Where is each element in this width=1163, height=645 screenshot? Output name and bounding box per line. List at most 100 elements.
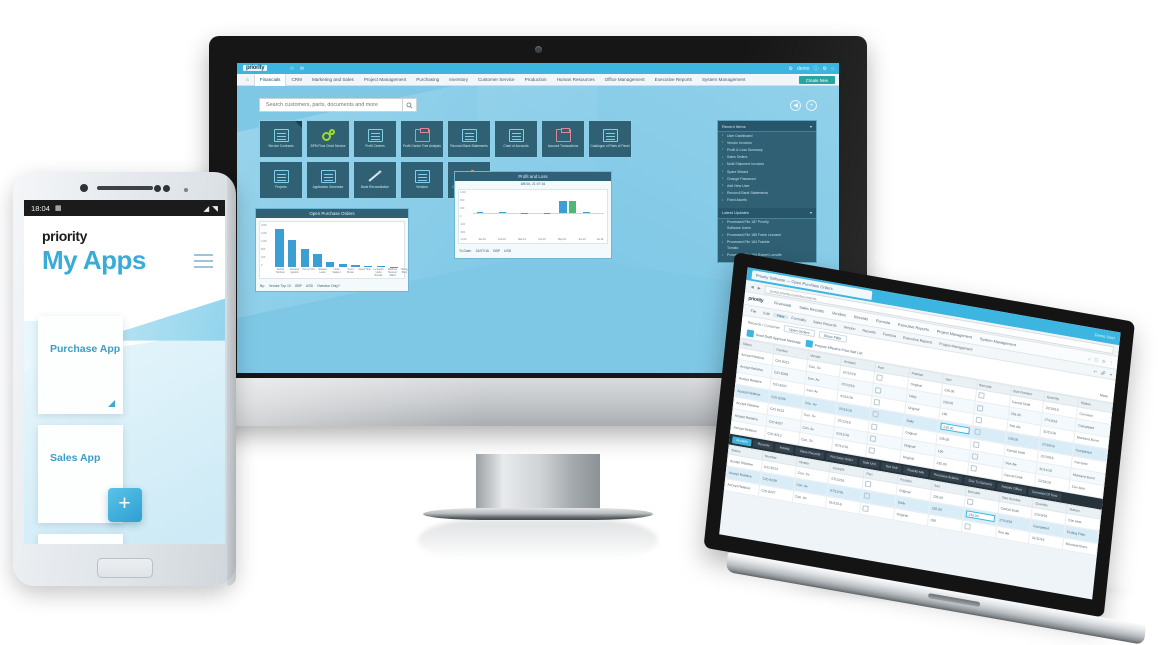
update-item[interactable]: Processed File 184 Frankie xyxy=(718,239,816,246)
to-date-value[interactable]: 31/07/16 xyxy=(476,249,489,253)
save-icon[interactable]: ☐ xyxy=(1094,357,1098,363)
back-icon[interactable]: ◀ xyxy=(750,284,754,289)
pager-prev-button[interactable]: ◀ xyxy=(790,100,801,111)
subnav-records[interactable]: Records xyxy=(859,328,880,336)
forward-icon[interactable]: ▶ xyxy=(758,285,762,290)
recent-item[interactable]: Fixed Assets xyxy=(718,197,816,204)
help-icon[interactable]: ⓘ xyxy=(813,65,818,72)
recent-item[interactable]: Vendor Invoices xyxy=(718,139,816,146)
menu-item-project-management[interactable]: Project Management xyxy=(359,74,411,86)
settings-icon[interactable]: ⚙ xyxy=(822,66,826,72)
currency-gbp-radio[interactable]: GBP xyxy=(493,249,500,253)
search-icon[interactable] xyxy=(402,99,416,111)
hamburger-menu-icon[interactable] xyxy=(194,254,213,272)
vendor-select[interactable]: Vendor Top 10 xyxy=(269,284,291,288)
update-item[interactable]: Processed File 185 Frank Leonard xyxy=(718,232,816,239)
phone-home-button[interactable] xyxy=(96,558,153,578)
checkbox-icon[interactable] xyxy=(871,423,878,431)
menu-item-inventory[interactable]: Inventory xyxy=(444,74,473,86)
checkbox-icon[interactable] xyxy=(975,416,982,424)
app-card-purchase[interactable]: Purchase App xyxy=(38,316,123,414)
recent-item[interactable]: Spare Wizard xyxy=(718,168,816,175)
checkbox-icon[interactable] xyxy=(862,504,870,512)
menu-item-crm[interactable]: CRM xyxy=(286,74,306,86)
menu-item-executive-reports[interactable]: Executive Reports xyxy=(650,74,697,86)
menu-item-financials[interactable]: Financials xyxy=(770,300,796,308)
update-item[interactable]: Processed File 187 Priority xyxy=(718,219,816,226)
subnav-version[interactable]: Version xyxy=(840,325,859,332)
tile-reconcil-bank-statements[interactable]: Reconcil Bank Statements xyxy=(447,120,491,158)
mail-icon[interactable]: ✉ xyxy=(299,66,305,72)
tile-projects[interactable]: Projects xyxy=(259,161,303,199)
currency-usd-radio[interactable]: USD xyxy=(504,249,511,253)
tile-vendors[interactable]: Vendors xyxy=(400,161,444,199)
menu-item-purchasing[interactable]: Purchasing xyxy=(411,74,444,86)
subnav-formula[interactable]: Formula xyxy=(879,331,900,338)
menu-item-vendors[interactable]: Vendors xyxy=(828,310,850,318)
checkbox-icon[interactable] xyxy=(966,498,974,506)
recent-items-header[interactable]: Recent Items ▾ xyxy=(718,121,816,132)
bell-icon[interactable]: ☉ xyxy=(289,66,295,72)
undo-icon[interactable]: ↶ xyxy=(1093,369,1097,375)
menu-item-customer-service[interactable]: Customer Service xyxy=(473,74,520,86)
link-icon[interactable]: 🔗 xyxy=(1101,370,1107,376)
home-icon[interactable]: ⌂ xyxy=(1088,355,1091,360)
user-icon[interactable]: ○ xyxy=(831,66,834,72)
tile-application-generator[interactable]: Application Generator xyxy=(306,161,350,199)
chevron-down-icon[interactable]: ▾ xyxy=(810,210,812,215)
menu-item-financials[interactable]: Financials xyxy=(253,73,287,86)
tile-bank-reconciliation[interactable]: Bank Reconciliation xyxy=(353,161,397,199)
menu-item-records[interactable]: Records xyxy=(850,314,873,322)
recent-item[interactable]: Sales Orders xyxy=(718,154,816,161)
checkbox-icon[interactable] xyxy=(863,492,871,500)
checkbox-icon[interactable] xyxy=(873,398,881,406)
menu-item-sales-records[interactable]: Sales Records xyxy=(795,305,828,315)
subnav-edit[interactable]: Edit xyxy=(760,311,774,317)
menu-item-human-resources[interactable]: Human Resources xyxy=(552,74,600,86)
checkbox-icon[interactable] xyxy=(977,392,985,400)
checkbox-icon[interactable] xyxy=(869,435,877,443)
recent-item[interactable]: Profit & Loss Summary xyxy=(718,146,816,153)
checkbox-icon[interactable] xyxy=(868,447,876,455)
checkbox-icon[interactable] xyxy=(865,480,872,488)
latest-updates-header[interactable]: Latest Updates ▾ xyxy=(718,207,816,219)
pager-next-button[interactable]: + xyxy=(806,100,817,111)
recent-item[interactable]: Multi Shipment Invoices xyxy=(718,161,816,168)
tile-profit-centre-tree-analysis[interactable]: Profit Centre Tree Analysis xyxy=(400,120,444,158)
subnav-view[interactable]: View xyxy=(772,312,789,320)
menu-item-office-management[interactable]: Office Management xyxy=(600,74,650,86)
checkbox-icon[interactable] xyxy=(972,440,980,448)
recent-item[interactable]: User Dashboard xyxy=(718,132,816,139)
checkbox-icon[interactable] xyxy=(963,522,971,530)
search-bar[interactable] xyxy=(259,98,417,112)
tile-chart-of-accounts[interactable]: Chart of Accounts xyxy=(494,120,538,158)
filter-icon[interactable]: ▾ xyxy=(1110,371,1113,376)
overdue-only-checkbox[interactable]: Overdue Only? xyxy=(317,284,340,288)
tile-service-contracts[interactable]: Service Contracts xyxy=(259,120,303,158)
checkbox-icon[interactable] xyxy=(970,465,977,473)
currency-usd-radio[interactable]: USD xyxy=(306,284,313,288)
chevron-down-icon[interactable]: ▾ xyxy=(810,124,812,129)
action-more[interactable]: More xyxy=(1100,393,1108,398)
checkbox-icon[interactable] xyxy=(976,404,984,412)
subnav-file[interactable]: File xyxy=(747,308,760,314)
menu-item-system-management[interactable]: System Management xyxy=(697,74,750,86)
home-icon[interactable]: ⌂ xyxy=(241,74,254,86)
checkbox-icon[interactable] xyxy=(875,386,882,394)
tile-bpm-flow-chart-service[interactable]: BPM Flow Chart Service xyxy=(306,120,350,158)
more-icon[interactable]: ⋮ xyxy=(1109,359,1114,365)
checkbox-icon[interactable] xyxy=(876,374,884,382)
recent-item[interactable]: Add New User xyxy=(718,182,816,189)
account-label[interactable]: Demo User xyxy=(1094,332,1115,340)
search-input[interactable] xyxy=(260,102,390,108)
menu-item-marketing-and-sales[interactable]: Marketing and Sales xyxy=(307,74,359,86)
tile-profit-centres[interactable]: Profit Centres xyxy=(353,120,397,158)
currency-gbp-radio[interactable]: GBP xyxy=(295,284,302,288)
account-label[interactable]: demo xyxy=(797,66,810,72)
checkbox-icon[interactable] xyxy=(973,428,981,436)
recent-item[interactable]: Reconcil Bank Statements xyxy=(718,190,816,197)
print-icon[interactable]: ⎙ xyxy=(1102,358,1106,363)
checkbox-icon[interactable] xyxy=(872,410,880,418)
app-card-service-calls[interactable]: Service Calls App xyxy=(38,534,123,544)
menu-item-production[interactable]: Production xyxy=(520,74,552,86)
